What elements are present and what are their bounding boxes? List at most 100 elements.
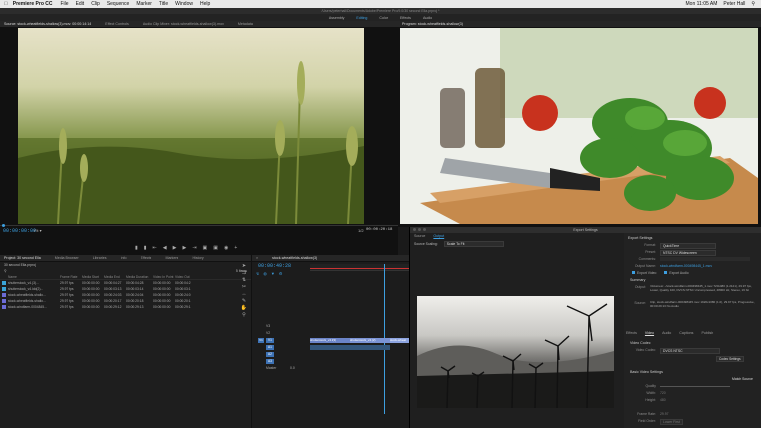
section-basic-video[interactable]: Basic Video Settings [630,370,663,374]
menu-file[interactable]: File [61,1,69,7]
step-back-icon[interactable]: ◀ [163,245,167,251]
section-video-codec[interactable]: Video Codec [630,341,651,345]
format-dropdown[interactable]: QuickTime [660,243,716,249]
close-icon[interactable]: × [256,256,258,260]
section-summary[interactable]: Summary [630,278,645,282]
step-forward-icon[interactable]: ▶ [182,245,186,251]
source-video-frame[interactable] [18,28,364,224]
codec-settings-button[interactable]: Codec Settings [716,356,744,362]
workspace-effects[interactable]: Effects [400,16,411,20]
master-volume[interactable]: 0.0 [290,366,295,370]
timeline-ruler[interactable] [310,264,409,271]
razor-tool-icon[interactable]: ✂ [242,284,246,290]
insert-icon[interactable]: ▣ [203,245,208,251]
export-video-checkbox[interactable]: Export Video [632,271,656,275]
source-timeruler[interactable] [0,224,398,227]
mark-out-icon[interactable]: ▮ [144,245,147,251]
tab-audio[interactable]: Audio [662,331,671,335]
tab-effects[interactable]: Effects [141,256,152,260]
section-export-settings[interactable]: Export Settings [628,236,652,240]
go-to-in-icon[interactable]: ⇤ [153,245,157,251]
timeline-clip[interactable]: shutterstock_v4.(2) [350,338,390,343]
frame-rate-value[interactable]: 29.97 [660,412,669,416]
program-video-frame[interactable] [400,28,758,224]
label-color-chip[interactable] [2,286,6,291]
height-value[interactable]: 480 [660,398,666,402]
tab-markers[interactable]: Markers [165,256,178,260]
tab-project[interactable]: Project: 30 second Ella [4,256,41,260]
tab-media-browser[interactable]: Media Browser [55,256,79,260]
selection-tool-icon[interactable]: ➤ [242,263,246,269]
col-video-in[interactable]: Video In Point [153,275,175,279]
col-media-start[interactable]: Media Start [82,275,104,279]
col-media-duration[interactable]: Media Duration [126,275,153,279]
tab-video[interactable]: Video [645,331,654,335]
hand-tool-icon[interactable]: ✋ [241,305,247,311]
track-v1[interactable]: V1 [266,338,274,343]
source-timecode[interactable]: 00:00:00:00 [3,228,36,234]
menu-title[interactable]: Title [159,1,168,7]
minimize-icon[interactable] [418,228,421,231]
tab-source[interactable]: Source [414,234,425,238]
source-quality-dropdown[interactable]: 1/2 [358,228,364,233]
tab-effect-controls[interactable]: Effect Controls [105,22,129,26]
tab-source[interactable]: Source: stock-wheatfields-shallow(3).mov… [4,22,91,26]
app-menu[interactable]: Premiere Pro CC [13,1,53,7]
preset-dropdown[interactable]: NTSC DV Widescreen [660,250,716,256]
search-icon[interactable]: ⚲ [751,1,755,7]
search-icon[interactable]: ⚲ [4,269,6,273]
tab-info[interactable]: Info [121,256,127,260]
tab-sequence[interactable]: stock-wheatfields-shallow(3) [272,256,317,260]
tab-history[interactable]: History [192,256,203,260]
quality-slider[interactable] [660,386,730,387]
linked-selection-icon[interactable]: ◍ [263,271,267,276]
export-audio-checkbox[interactable]: Export Audio [664,271,689,275]
menu-clip[interactable]: Clip [91,1,100,7]
ripple-edit-tool-icon[interactable]: ⇅ [242,277,246,283]
label-color-chip[interactable] [2,304,6,309]
timeline-timecode[interactable]: 00:00:49:28 [258,263,291,269]
tab-audio-clip-mixer[interactable]: Audio Clip Mixer: stock-wheatfields-shal… [143,22,224,26]
table-row[interactable]: stock-windfarm-0004845... 29.97 fps 00:0… [0,304,251,310]
track-v2[interactable]: V2 [266,331,270,335]
workspace-color[interactable]: Color [379,16,388,20]
user-name[interactable]: Peter Hall [723,1,745,7]
menu-window[interactable]: Window [175,1,193,7]
col-video-out[interactable]: Video Out [175,275,195,279]
col-media-end[interactable]: Media End [104,275,126,279]
menu-sequence[interactable]: Sequence [107,1,130,7]
mark-in-icon[interactable]: ▮ [135,245,138,251]
col-name[interactable]: Name [8,275,60,279]
video-codec-dropdown[interactable]: DVCS NTSC [660,348,720,354]
width-value[interactable]: 720 [660,391,666,395]
menu-marker[interactable]: Marker [136,1,152,7]
tab-libraries[interactable]: Libraries [93,256,107,260]
tab-metadata[interactable]: Metadata [238,22,253,26]
timeline-clip[interactable]: shutterstock_v4.l(3) [310,338,350,343]
export-frame-icon[interactable]: ◉ [224,245,228,251]
comments-input[interactable] [660,257,750,261]
track-select-tool-icon[interactable]: ⇉ [242,270,246,276]
track-a3[interactable]: A3 [266,359,274,364]
tab-output[interactable]: Output [433,234,444,238]
wrench-icon[interactable]: ⚙ [279,271,283,276]
track-v3[interactable]: V3 [266,324,270,328]
apple-icon[interactable]:  [4,1,8,7]
source-scaling-dropdown[interactable]: Scale To Fit [443,241,504,247]
overwrite-icon[interactable]: ▣ [213,245,218,251]
track-a1[interactable]: A1 [266,345,274,350]
col-frame-rate[interactable]: Frame Rate [60,275,82,279]
tab-effects[interactable]: Effects [626,331,637,335]
add-marker-icon[interactable]: ▼ [271,271,275,276]
match-source-button[interactable]: Match Source [732,377,753,381]
source-patch-v1[interactable]: V1 [258,338,264,343]
label-color-chip[interactable] [2,280,6,285]
track-master[interactable]: Master [266,366,276,370]
label-color-chip[interactable] [2,298,6,303]
output-name-link[interactable]: stock-windfarm-000498445_1.mov [660,264,712,268]
workspace-audio[interactable]: Audio [423,16,432,20]
audio-clip[interactable] [310,345,390,350]
timeline-clip[interactable]: stock-wheat [390,338,409,343]
label-color-chip[interactable] [2,292,6,297]
close-icon[interactable] [413,228,416,231]
